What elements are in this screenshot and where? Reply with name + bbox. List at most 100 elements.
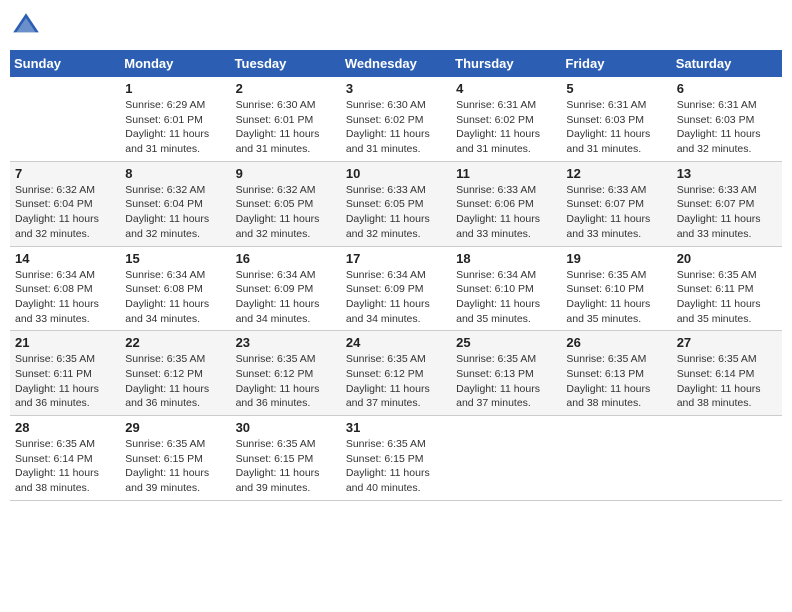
day-info: Sunrise: 6:31 AM Sunset: 6:03 PM Dayligh… [677, 98, 777, 157]
day-number: 17 [346, 251, 446, 266]
weekday-header-saturday: Saturday [672, 50, 782, 77]
day-number: 5 [566, 81, 666, 96]
day-info: Sunrise: 6:30 AM Sunset: 6:02 PM Dayligh… [346, 98, 446, 157]
day-info: Sunrise: 6:32 AM Sunset: 6:04 PM Dayligh… [15, 183, 115, 242]
day-number: 16 [236, 251, 336, 266]
day-number: 3 [346, 81, 446, 96]
day-number: 12 [566, 166, 666, 181]
calendar-cell: 15 Sunrise: 6:34 AM Sunset: 6:08 PM Dayli… [120, 246, 230, 331]
day-number: 14 [15, 251, 115, 266]
day-number: 25 [456, 335, 556, 350]
day-number: 24 [346, 335, 446, 350]
calendar-table: SundayMondayTuesdayWednesdayThursdayFrid… [10, 50, 782, 501]
calendar-cell [672, 416, 782, 501]
calendar-cell: 23Sunrise: 6:35 AM Sunset: 6:12 PM Dayli… [231, 331, 341, 416]
day-info: Sunrise: 6:35 AM Sunset: 6:15 PM Dayligh… [346, 437, 446, 496]
day-info: Sunrise: 6:35 AM Sunset: 6:12 PM Dayligh… [125, 352, 225, 411]
calendar-cell [10, 77, 120, 161]
calendar-cell: 6 Sunrise: 6:31 AM Sunset: 6:03 PM Daylig… [672, 77, 782, 161]
calendar-cell: 27 Sunrise: 6:35 AM Sunset: 6:14 PM Dayli… [672, 331, 782, 416]
calendar-cell: 24 Sunrise: 6:35 AM Sunset: 6:12 PM Dayli… [341, 331, 451, 416]
calendar-cell: 14Sunrise: 6:34 AM Sunset: 6:08 PM Dayli… [10, 246, 120, 331]
day-info: Sunrise: 6:34 AM Sunset: 6:10 PM Dayligh… [456, 268, 556, 327]
calendar-cell [451, 416, 561, 501]
day-info: Sunrise: 6:34 AM Sunset: 6:09 PM Dayligh… [346, 268, 446, 327]
calendar-cell: 20 Sunrise: 6:35 AM Sunset: 6:11 PM Dayli… [672, 246, 782, 331]
day-info: Sunrise: 6:33 AM Sunset: 6:07 PM Dayligh… [566, 183, 666, 242]
calendar-cell: 31 Sunrise: 6:35 AM Sunset: 6:15 PM Dayli… [341, 416, 451, 501]
weekday-header-tuesday: Tuesday [231, 50, 341, 77]
day-number: 13 [677, 166, 777, 181]
calendar-cell: 3 Sunrise: 6:30 AM Sunset: 6:02 PM Daylig… [341, 77, 451, 161]
day-info: Sunrise: 6:35 AM Sunset: 6:13 PM Dayligh… [456, 352, 556, 411]
calendar-week-row: 7 Sunrise: 6:32 AM Sunset: 6:04 PM Daylig… [10, 161, 782, 246]
calendar-cell: 17 Sunrise: 6:34 AM Sunset: 6:09 PM Dayli… [341, 246, 451, 331]
calendar-cell: 19 Sunrise: 6:35 AM Sunset: 6:10 PM Dayli… [561, 246, 671, 331]
day-info: Sunrise: 6:35 AM Sunset: 6:15 PM Dayligh… [125, 437, 225, 496]
calendar-cell: 7 Sunrise: 6:32 AM Sunset: 6:04 PM Daylig… [10, 161, 120, 246]
day-info: Sunrise: 6:35 AM Sunset: 6:15 PM Dayligh… [236, 437, 336, 496]
calendar-cell: 12 Sunrise: 6:33 AM Sunset: 6:07 PM Dayli… [561, 161, 671, 246]
weekday-header-row: SundayMondayTuesdayWednesdayThursdayFrid… [10, 50, 782, 77]
calendar-cell: 5 Sunrise: 6:31 AM Sunset: 6:03 PM Daylig… [561, 77, 671, 161]
day-number: 20 [677, 251, 777, 266]
day-number: 10 [346, 166, 446, 181]
day-number: 1 [125, 81, 225, 96]
calendar-cell: 16 Sunrise: 6:34 AM Sunset: 6:09 PM Dayli… [231, 246, 341, 331]
day-number: 6 [677, 81, 777, 96]
day-info: Sunrise: 6:35 AM Sunset: 6:10 PM Dayligh… [566, 268, 666, 327]
day-number: 26 [566, 335, 666, 350]
calendar-cell: 30 Sunrise: 6:35 AM Sunset: 6:15 PM Dayli… [231, 416, 341, 501]
calendar-cell: 8Sunrise: 6:32 AM Sunset: 6:04 PM Daylig… [120, 161, 230, 246]
calendar-cell: 21 Sunrise: 6:35 AM Sunset: 6:11 PM Dayli… [10, 331, 120, 416]
weekday-header-thursday: Thursday [451, 50, 561, 77]
day-info: Sunrise: 6:35 AM Sunset: 6:14 PM Dayligh… [677, 352, 777, 411]
day-info: Sunrise: 6:30 AM Sunset: 6:01 PM Dayligh… [236, 98, 336, 157]
calendar-week-row: 28Sunrise: 6:35 AM Sunset: 6:14 PM Dayli… [10, 416, 782, 501]
day-number: 31 [346, 420, 446, 435]
calendar-cell: 29Sunrise: 6:35 AM Sunset: 6:15 PM Dayli… [120, 416, 230, 501]
weekday-header-friday: Friday [561, 50, 671, 77]
day-info: Sunrise: 6:35 AM Sunset: 6:13 PM Dayligh… [566, 352, 666, 411]
day-number: 15 [125, 251, 225, 266]
day-info: Sunrise: 6:35 AM Sunset: 6:12 PM Dayligh… [346, 352, 446, 411]
weekday-header-wednesday: Wednesday [341, 50, 451, 77]
page-header [10, 10, 782, 42]
day-info: Sunrise: 6:34 AM Sunset: 6:08 PM Dayligh… [125, 268, 225, 327]
day-number: 22 [125, 335, 225, 350]
calendar-cell: 10 Sunrise: 6:33 AM Sunset: 6:05 PM Dayli… [341, 161, 451, 246]
logo-icon [10, 10, 42, 42]
day-number: 4 [456, 81, 556, 96]
day-number: 7 [15, 166, 115, 181]
weekday-header-monday: Monday [120, 50, 230, 77]
calendar-cell: 22 Sunrise: 6:35 AM Sunset: 6:12 PM Dayli… [120, 331, 230, 416]
day-info: Sunrise: 6:34 AM Sunset: 6:09 PM Dayligh… [236, 268, 336, 327]
day-info: Sunrise: 6:35 AM Sunset: 6:11 PM Dayligh… [677, 268, 777, 327]
day-info: Sunrise: 6:33 AM Sunset: 6:05 PM Dayligh… [346, 183, 446, 242]
day-number: 11 [456, 166, 556, 181]
calendar-cell: 4 Sunrise: 6:31 AM Sunset: 6:02 PM Daylig… [451, 77, 561, 161]
calendar-cell: 1 Sunrise: 6:29 AM Sunset: 6:01 PM Daylig… [120, 77, 230, 161]
day-info: Sunrise: 6:33 AM Sunset: 6:06 PM Dayligh… [456, 183, 556, 242]
day-number: 19 [566, 251, 666, 266]
day-number: 23 [236, 335, 336, 350]
weekday-header-sunday: Sunday [10, 50, 120, 77]
day-info: Sunrise: 6:35 AM Sunset: 6:11 PM Dayligh… [15, 352, 115, 411]
day-number: 8 [125, 166, 225, 181]
logo [10, 10, 46, 42]
day-number: 9 [236, 166, 336, 181]
day-number: 18 [456, 251, 556, 266]
calendar-cell: 11 Sunrise: 6:33 AM Sunset: 6:06 PM Dayli… [451, 161, 561, 246]
day-number: 21 [15, 335, 115, 350]
day-number: 30 [236, 420, 336, 435]
day-info: Sunrise: 6:35 AM Sunset: 6:14 PM Dayligh… [15, 437, 115, 496]
day-number: 27 [677, 335, 777, 350]
day-info: Sunrise: 6:33 AM Sunset: 6:07 PM Dayligh… [677, 183, 777, 242]
calendar-cell: 2 Sunrise: 6:30 AM Sunset: 6:01 PM Daylig… [231, 77, 341, 161]
calendar-cell: 9Sunrise: 6:32 AM Sunset: 6:05 PM Daylig… [231, 161, 341, 246]
day-info: Sunrise: 6:31 AM Sunset: 6:02 PM Dayligh… [456, 98, 556, 157]
day-info: Sunrise: 6:31 AM Sunset: 6:03 PM Dayligh… [566, 98, 666, 157]
day-number: 2 [236, 81, 336, 96]
calendar-week-row: 14 Sunrise: 6:34 AM Sunset: 6:08 PM Dayli… [10, 246, 782, 331]
day-info: Sunrise: 6:29 AM Sunset: 6:01 PM Dayligh… [125, 98, 225, 157]
